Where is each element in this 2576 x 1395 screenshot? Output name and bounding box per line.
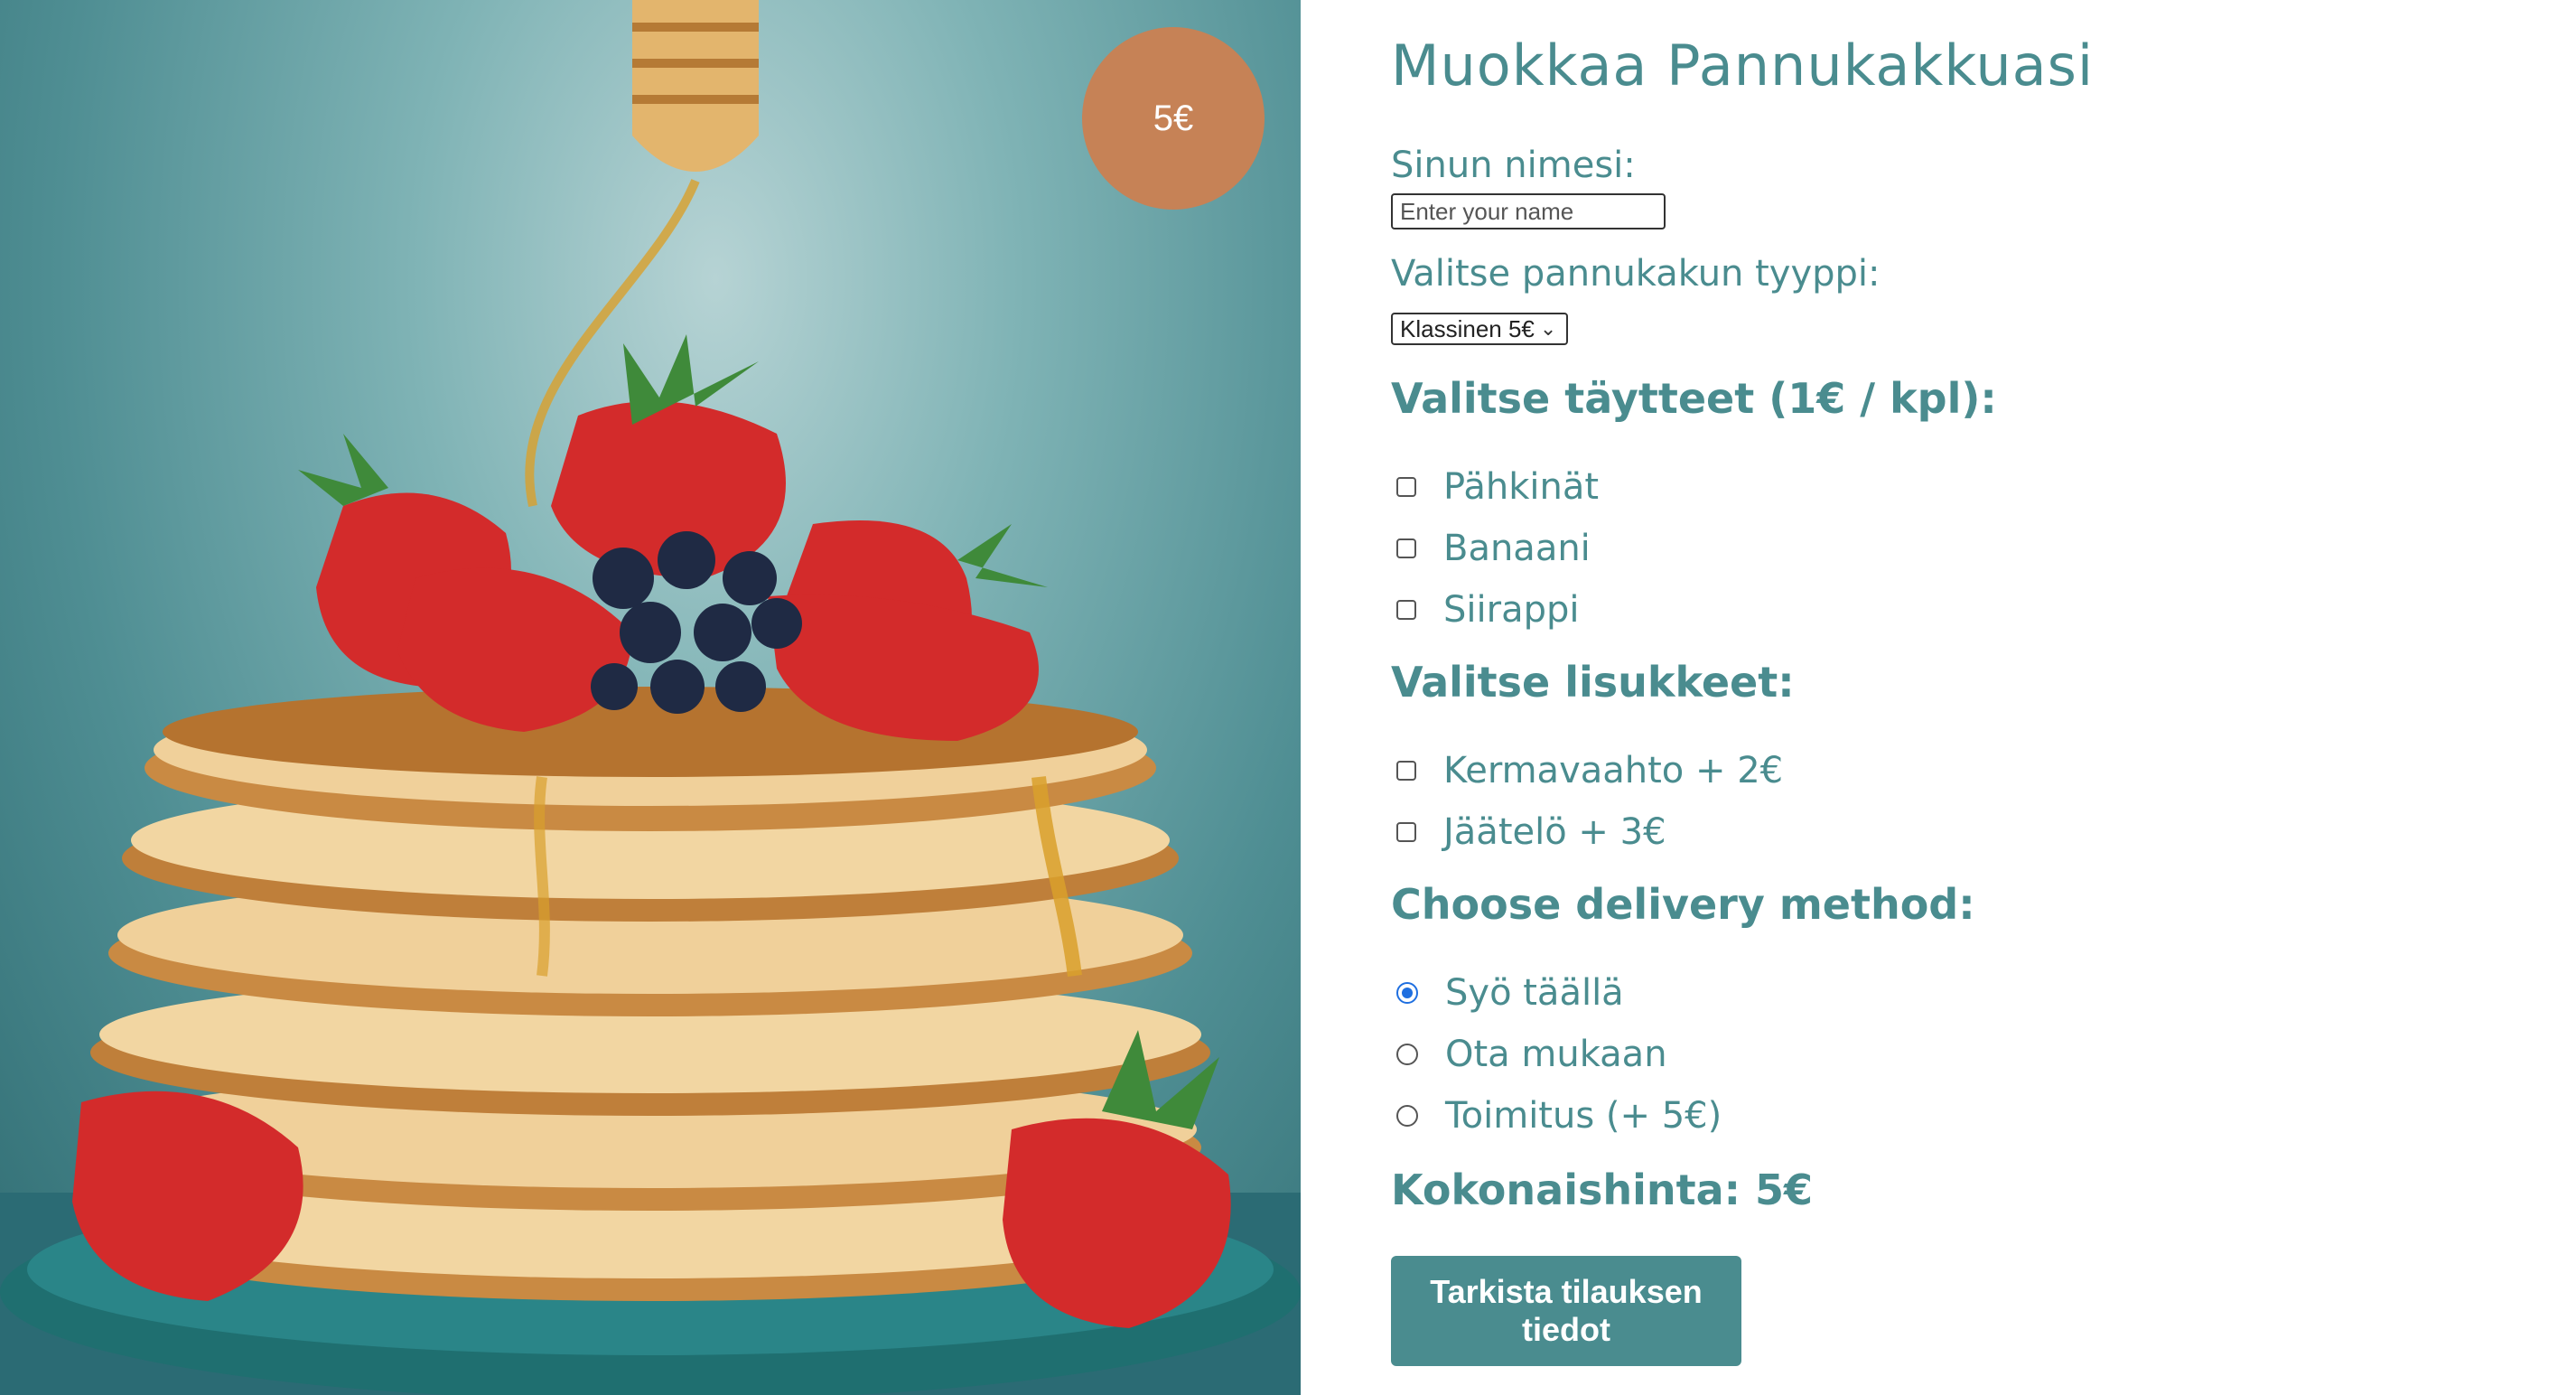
page-title: Muokkaa Pannukakkuasi — [1391, 33, 2095, 98]
type-label: Valitse pannukakun tyyppi: — [1391, 253, 1881, 295]
delivery-label: Syö täällä — [1445, 972, 1624, 1014]
topping-label: Banaani — [1443, 528, 1591, 569]
topping-option-siirappi[interactable]: Siirappi — [1396, 589, 1579, 631]
topping-checkbox[interactable] — [1396, 600, 1416, 620]
delivery-label: Ota mukaan — [1445, 1034, 1667, 1075]
extras-heading: Valitse lisukkeet: — [1391, 658, 1795, 707]
pancake-illustration — [0, 0, 1301, 1395]
delivery-radio[interactable] — [1396, 982, 1418, 1004]
delivery-radio[interactable] — [1396, 1105, 1418, 1127]
topping-label: Siirappi — [1443, 589, 1580, 631]
topping-option-pahkinat[interactable]: Pähkinät — [1396, 466, 1599, 508]
extra-label: Jäätelö + 3€ — [1443, 811, 1666, 853]
pancake-order-form: Muokkaa Pannukakkuasi Sinun nimesi: Vali… — [1391, 0, 2520, 1395]
delivery-label: Toimitus (+ 5€) — [1445, 1095, 1722, 1137]
topping-checkbox[interactable] — [1396, 477, 1416, 497]
extra-label: Kermavaahto + 2€ — [1443, 750, 1784, 791]
delivery-radio[interactable] — [1396, 1044, 1418, 1065]
topping-label: Pähkinät — [1443, 466, 1600, 508]
pancake-type-value: Klassinen 5€ — [1400, 314, 1535, 342]
delivery-option-takeaway[interactable]: Ota mukaan — [1396, 1034, 1667, 1075]
chevron-down-icon: ⌄ — [1539, 317, 1557, 340]
delivery-option-eat-here[interactable]: Syö täällä — [1396, 972, 1624, 1014]
extra-option-kermavaahto[interactable]: Kermavaahto + 2€ — [1396, 750, 1783, 791]
delivery-option-delivery[interactable]: Toimitus (+ 5€) — [1396, 1095, 1722, 1137]
topping-checkbox[interactable] — [1396, 538, 1416, 558]
price-badge: 5€ — [1082, 27, 1265, 210]
extra-option-jaatelo[interactable]: Jäätelö + 3€ — [1396, 811, 1666, 853]
hero-image: 5€ — [0, 0, 1301, 1395]
name-label: Sinun nimesi: — [1391, 145, 1636, 186]
extra-checkbox[interactable] — [1396, 761, 1416, 781]
review-order-button[interactable]: Tarkista tilauksen tiedot — [1391, 1256, 1741, 1366]
name-input[interactable] — [1391, 193, 1666, 229]
total-price: Kokonaishinta: 5€ — [1391, 1166, 1814, 1214]
extra-checkbox[interactable] — [1396, 822, 1416, 842]
toppings-heading: Valitse täytteet (1€ / kpl): — [1391, 374, 1997, 423]
topping-option-banaani[interactable]: Banaani — [1396, 528, 1591, 569]
pancake-type-select[interactable]: Klassinen 5€ ⌄ — [1391, 313, 1568, 345]
delivery-heading: Choose delivery method: — [1391, 880, 1975, 929]
